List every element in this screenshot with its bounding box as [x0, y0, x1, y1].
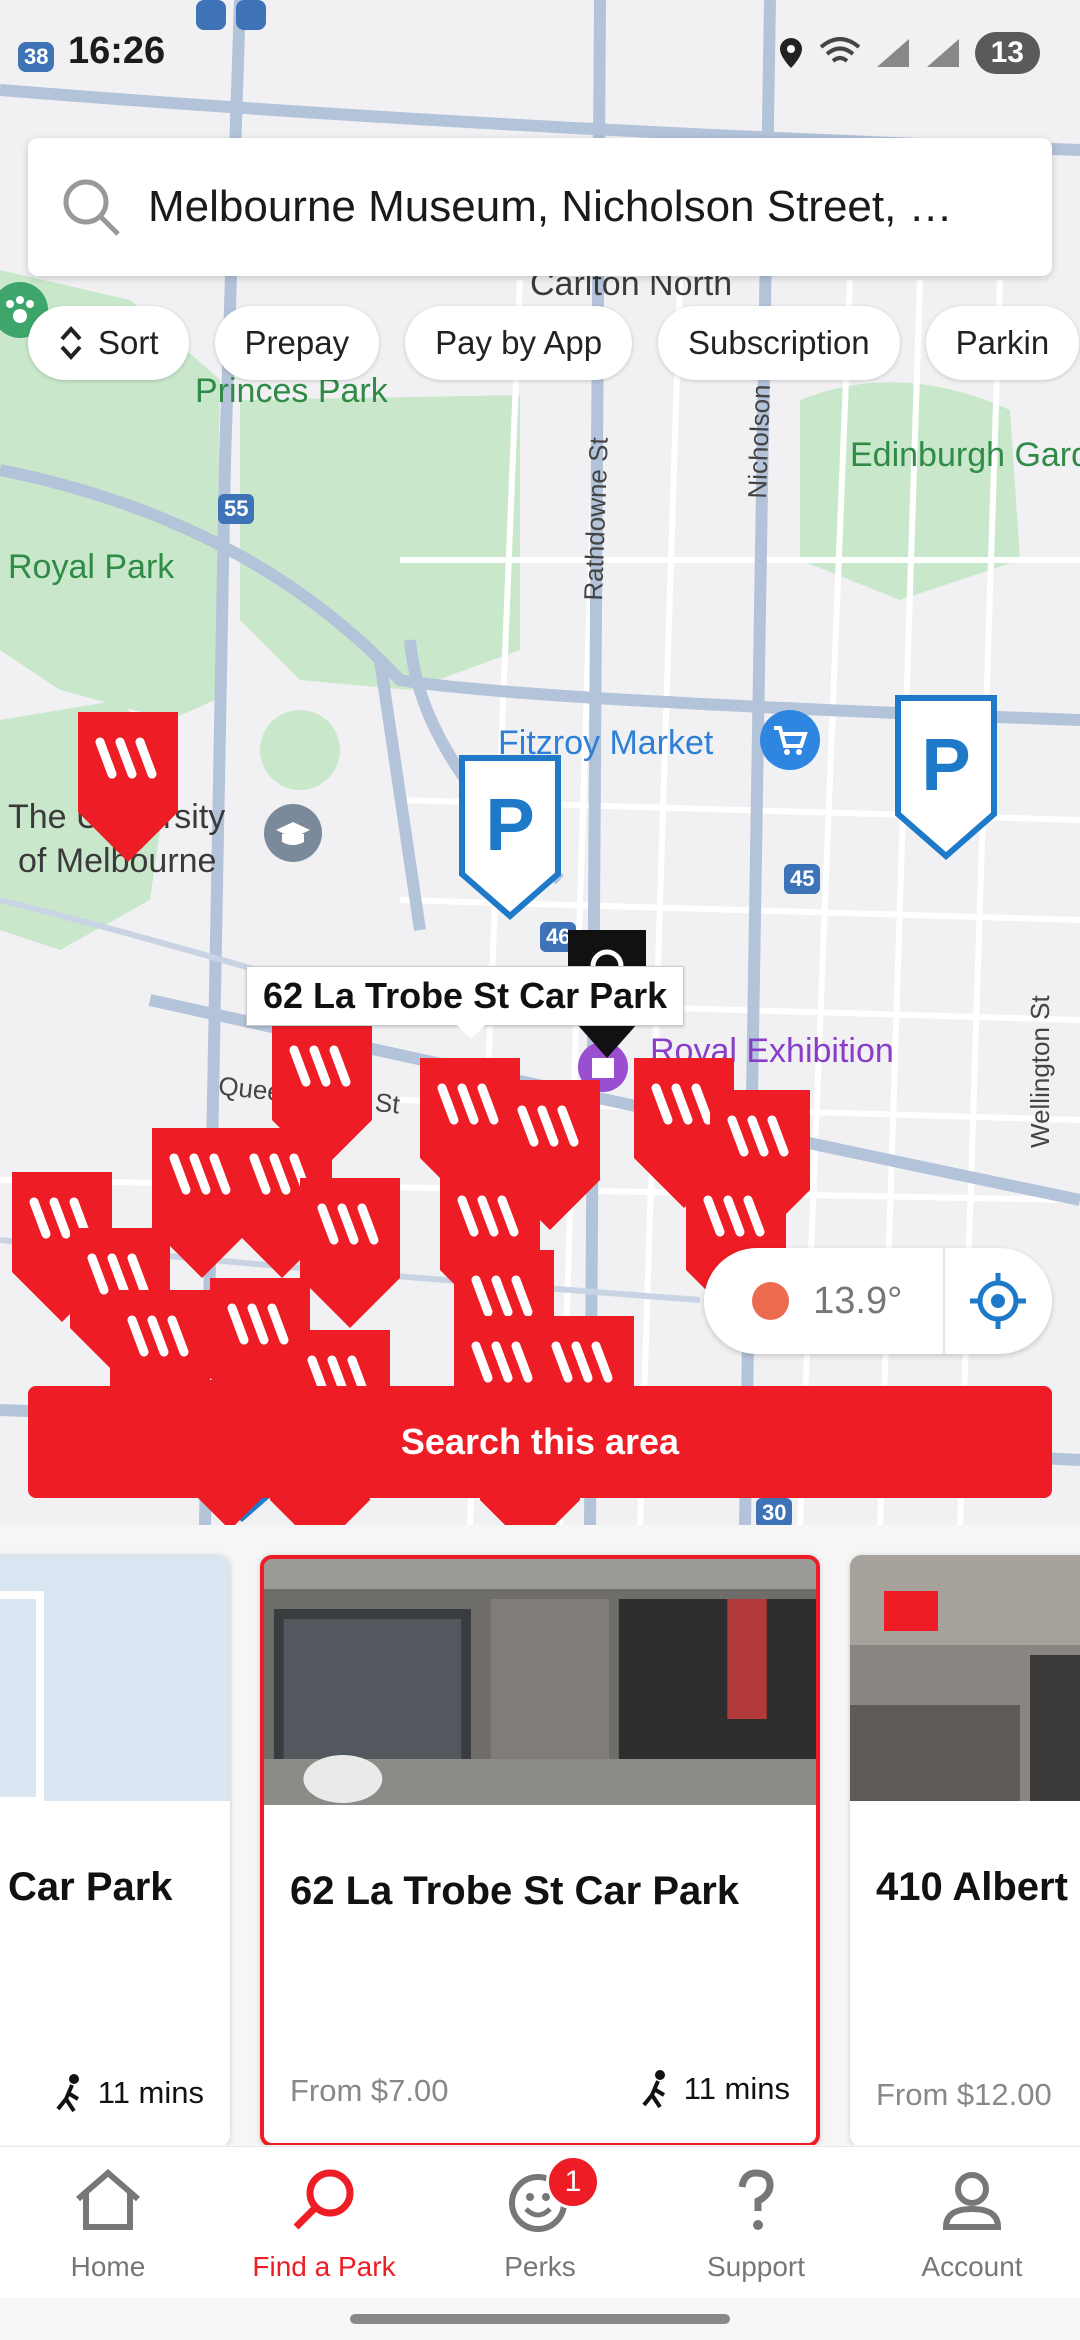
route-badge: 38 — [18, 42, 55, 72]
map-label-nicholson: Nicholson — [742, 383, 776, 500]
car-park-price: From $12.00 — [876, 2077, 1052, 2112]
wifi-icon — [819, 37, 860, 63]
svg-text:P: P — [921, 723, 970, 806]
weather-temperature: 13.9° — [813, 1279, 903, 1322]
wilson-parking-marker[interactable] — [300, 1178, 400, 1328]
car-park-name: 410 Albert — [876, 1865, 1068, 1909]
weather-sun-icon — [752, 1282, 790, 1320]
car-park-photo — [850, 1555, 1080, 1801]
svg-text:P: P — [485, 783, 534, 866]
gesture-bar — [0, 2298, 1080, 2340]
nav-account[interactable]: Account — [864, 2147, 1080, 2298]
search-query: Melbourne Museum, Nicholson Street, … — [148, 182, 953, 231]
car-park-name: Car Park — [8, 1865, 173, 1909]
search-icon — [293, 2169, 354, 2230]
parking-marker[interactable]: P — [458, 754, 562, 920]
nav-perks-label: Perks — [504, 2251, 576, 2282]
nav-home-label: Home — [70, 2251, 146, 2282]
car-park-price: From $7.00 — [290, 2073, 449, 2108]
crosshair-icon — [970, 1273, 1027, 1329]
car-park-card[interactable]: Car Park 11 mins — [0, 1555, 230, 2145]
perks-badge: 1 — [546, 2155, 600, 2209]
search-this-area-button[interactable]: Search this area — [28, 1386, 1052, 1498]
walking-icon — [56, 2074, 79, 2113]
parking-marker[interactable]: P — [894, 694, 998, 860]
nav-support-label: Support — [706, 2251, 806, 2282]
nav-home[interactable]: Home — [0, 2147, 216, 2298]
search-icon — [63, 179, 120, 236]
map-view[interactable]: Carlton North Princes Park Royal Park Ed… — [0, 0, 1080, 1525]
marker-tooltip[interactable]: 62 La Trobe St Car Park — [246, 966, 685, 1039]
nav-perks[interactable]: 1 Perks — [432, 2147, 648, 2298]
nav-account-label: Account — [921, 2251, 1023, 2282]
battery-indicator: 13 — [974, 32, 1040, 74]
map-label-wellington: Wellington St — [1025, 995, 1055, 1148]
parking-chip[interactable]: Parkin — [925, 306, 1080, 380]
prepay-chip[interactable]: Prepay — [214, 306, 380, 380]
walking-icon — [642, 2070, 665, 2109]
nav-find-label: Find a Park — [252, 2251, 396, 2282]
search-input[interactable]: Melbourne Museum, Nicholson Street, … — [28, 138, 1052, 276]
wilson-parking-marker[interactable] — [78, 712, 178, 862]
pay-by-app-chip-label: Pay by App — [435, 324, 603, 361]
pay-by-app-chip[interactable]: Pay by App — [405, 306, 633, 380]
car-park-card[interactable]: 410 Albert From $12.00 — [850, 1555, 1080, 2145]
nav-support[interactable]: Support — [648, 2147, 864, 2298]
gesture-handle — [350, 2314, 730, 2324]
help-icon — [738, 2169, 774, 2230]
school-icon[interactable] — [262, 802, 324, 864]
location-icon — [779, 38, 802, 68]
sort-icon — [60, 326, 82, 360]
status-bar: 38 16:26 13 — [0, 0, 1080, 110]
weather-widget: 13.9° — [704, 1248, 1052, 1354]
signal-roaming-icon — [926, 39, 959, 67]
car-park-photo — [0, 1555, 230, 1801]
map-label-rathdowne: Rathdowne St — [578, 436, 614, 602]
route-shield-30: 30 — [756, 1498, 793, 1525]
walk-time-label: 11 mins — [683, 2071, 790, 2106]
parking-chip-label: Parkin — [955, 324, 1050, 361]
map-label-royal-park: Royal Park — [8, 548, 175, 586]
walk-time-label: 11 mins — [97, 2075, 204, 2110]
shopping-cart-icon[interactable] — [758, 708, 822, 772]
car-park-name: 62 La Trobe St Car Park — [290, 1869, 740, 1913]
subscription-chip-label: Subscription — [688, 324, 870, 361]
signal-icon — [876, 39, 909, 67]
sort-chip-label: Sort — [98, 324, 159, 361]
nav-find-a-park[interactable]: Find a Park — [216, 2147, 432, 2298]
route-shield-55: 55 — [218, 494, 255, 524]
transit-icons — [196, 0, 266, 30]
prepay-chip-label: Prepay — [244, 324, 350, 361]
car-park-photo — [264, 1559, 816, 1805]
subscription-chip[interactable]: Subscription — [658, 306, 900, 380]
map-label-edinburgh-gardens: Edinburgh Gardens — [850, 436, 1080, 474]
car-park-carousel[interactable]: Car Park 11 mins 62 La Trobe St Car Park… — [0, 1525, 1080, 2145]
sort-chip[interactable]: Sort — [28, 306, 189, 380]
account-icon — [942, 2172, 1002, 2230]
walk-time: 11 mins — [640, 2069, 790, 2109]
bottom-navigation: Home Find a Park 1 Perks Support Account — [0, 2146, 1080, 2298]
home-icon — [76, 2169, 140, 2230]
walk-time: 11 mins — [54, 2073, 204, 2113]
route-shield-45b: 45 — [784, 864, 821, 894]
status-time: 16:26 — [68, 30, 166, 72]
filter-chips: Sort Prepay Pay by App Subscription Park… — [28, 306, 1080, 380]
locate-me-button[interactable] — [945, 1248, 1052, 1354]
car-park-card-selected[interactable]: 62 La Trobe St Car Park From $7.00 11 mi… — [260, 1555, 820, 2145]
